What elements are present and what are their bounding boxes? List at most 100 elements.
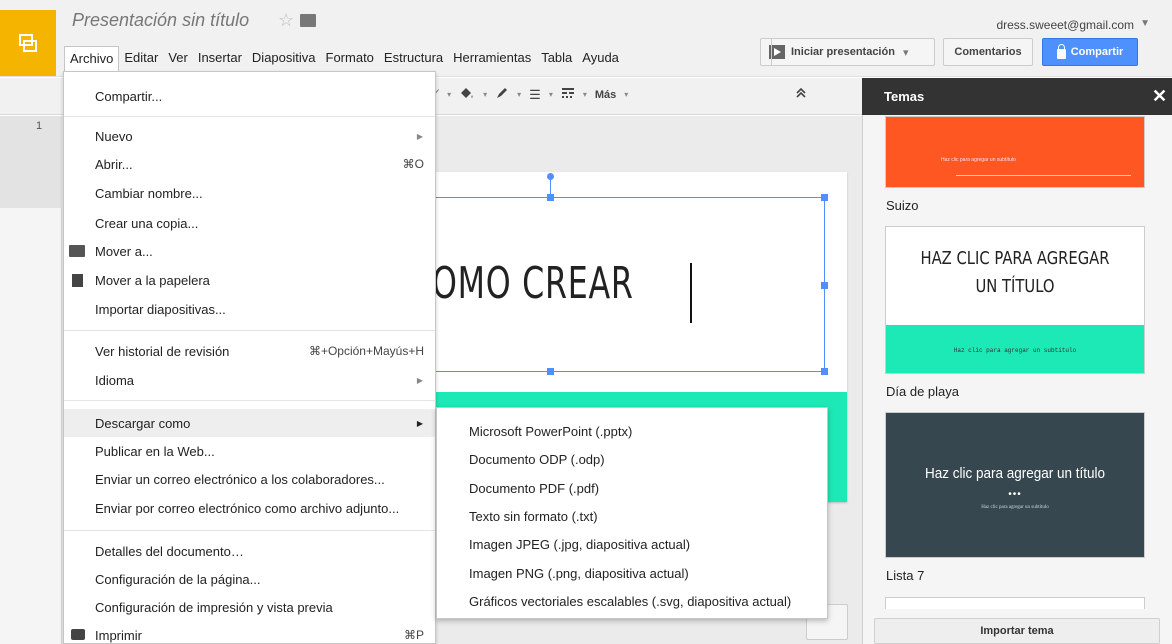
collapse-toolbar-icon[interactable] <box>795 86 807 102</box>
submenu-arrow-icon: ▶ <box>416 131 423 141</box>
menu-item-label: Configuración de impresión y vista previ… <box>95 599 333 615</box>
resize-handle[interactable] <box>821 282 828 289</box>
theme-card-lista-7[interactable]: Haz clic para agregar un título ••• Haz … <box>885 412 1145 558</box>
text-cursor <box>690 263 692 323</box>
menu-item-label: Abrir... <box>95 156 133 172</box>
resize-handle[interactable] <box>821 194 828 201</box>
share-button[interactable]: Compartir <box>1042 38 1138 66</box>
download-txt[interactable]: Texto sin formato (.txt) <box>437 502 827 530</box>
comments-button[interactable]: Comentarios <box>943 38 1033 66</box>
menu-item-label: Importar diapositivas... <box>95 301 226 317</box>
themes-header: Temas <box>862 78 1172 115</box>
border-color-icon[interactable] <box>495 86 509 103</box>
menu-item-label: Imprimir <box>95 627 142 643</box>
chevron-down-icon[interactable]: ▾ <box>483 90 487 99</box>
menu-item-mover-a[interactable]: Mover a... <box>64 237 435 265</box>
rotation-handle[interactable] <box>547 173 554 180</box>
menu-tabla[interactable]: Tabla <box>536 46 577 72</box>
menu-item-importar[interactable]: Importar diapositivas... <box>64 295 435 323</box>
menu-item-historial[interactable]: Ver historial de revisión ⌘+Opción+Mayús+… <box>64 337 435 365</box>
account-email[interactable]: dress.sweeet@gmail.com <box>996 18 1134 32</box>
menu-insertar[interactable]: Insertar <box>193 46 247 72</box>
theme-card-next[interactable] <box>885 597 1145 609</box>
theme-title: Haz clic para agregar un título <box>924 465 1106 482</box>
chevron-down-icon[interactable]: ▾ <box>517 90 521 99</box>
menu-item-label: Compartir... <box>95 88 163 104</box>
chevron-down-icon[interactable]: ▾ <box>624 90 628 99</box>
menu-item-detalles[interactable]: Detalles del documento… <box>64 537 435 565</box>
menu-ver[interactable]: Ver <box>163 46 193 72</box>
theme-name-dia-de-playa: Día de playa <box>886 384 959 399</box>
menu-item-label: Mover a... <box>95 243 153 259</box>
menu-diapositiva[interactable]: Diapositiva <box>247 46 321 72</box>
archivo-dropdown-menu: Compartir... Nuevo ▶ Abrir... ⌘O Cambiar n… <box>63 71 436 644</box>
chevron-down-icon[interactable]: ▾ <box>549 90 553 99</box>
shortcut-label: ⌘P <box>403 628 424 642</box>
menu-separator <box>64 116 435 117</box>
border-weight-icon[interactable]: ☰ <box>529 87 541 103</box>
menu-item-publicar[interactable]: Publicar en la Web... <box>64 437 435 465</box>
menu-item-label: Enviar un correo electrónico a los colab… <box>95 471 385 487</box>
slide-number: 1 <box>36 120 43 132</box>
folder-icon[interactable] <box>300 14 316 27</box>
menu-editar[interactable]: Editar <box>119 46 163 72</box>
download-svg[interactable]: Gráficos vectoriales escalables (.svg, d… <box>437 587 827 615</box>
menu-ayuda[interactable]: Ayuda <box>577 46 624 72</box>
fill-color-icon[interactable] <box>459 86 475 103</box>
menu-item-label: Idioma <box>95 372 135 388</box>
menu-item-correo-colaboradores[interactable]: Enviar un correo electrónico a los colab… <box>64 465 435 493</box>
border-dash-icon[interactable] <box>561 87 575 102</box>
download-jpg[interactable]: Imagen JPEG (.jpg, diapositiva actual) <box>437 530 827 558</box>
slide-title-text[interactable]: OMO CREAR ... <box>432 258 641 309</box>
menu-item-crear-copia[interactable]: Crear una copia... <box>64 209 435 237</box>
present-divider <box>771 38 772 66</box>
download-pptx[interactable]: Microsoft PowerPoint (.pptx) <box>437 417 827 445</box>
theme-card-dia-de-playa[interactable]: HAZ CLIC PARA AGREGAR UN TÍTULO Haz clic… <box>885 226 1145 374</box>
present-button[interactable]: Iniciar presentación ▾ <box>760 38 935 66</box>
chevron-down-icon[interactable]: ▼ <box>1140 18 1150 29</box>
menu-item-compartir[interactable]: Compartir... <box>64 82 435 110</box>
close-icon[interactable]: ✕ <box>1152 86 1167 107</box>
menu-item-correo-adjunto[interactable]: Enviar por correo electrónico como archi… <box>64 494 435 522</box>
menu-estructura[interactable]: Estructura <box>379 46 448 72</box>
theme-card-suizo[interactable]: Haz clic para agregar un subtítulo <box>885 116 1145 188</box>
resize-handle[interactable] <box>547 368 554 375</box>
menu-herramientas[interactable]: Herramientas <box>448 46 536 72</box>
menu-item-imprimir[interactable]: Imprimir ⌘P <box>64 621 435 644</box>
menu-item-descargar[interactable]: Descargar como ▶ <box>64 409 435 437</box>
menu-item-config-pagina[interactable]: Configuración de la página... <box>64 565 435 593</box>
menu-item-idioma[interactable]: Idioma ▶ <box>64 366 435 394</box>
menu-item-label: Configuración de la página... <box>95 571 261 587</box>
document-title[interactable]: Presentación sin título <box>72 10 249 31</box>
present-label: Iniciar presentación <box>791 46 895 58</box>
slides-logo-icon[interactable] <box>0 10 56 76</box>
star-icon[interactable]: ☆ <box>278 10 294 31</box>
menu-formato[interactable]: Formato <box>321 46 379 72</box>
menu-item-cambiar-nombre[interactable]: Cambiar nombre... <box>64 179 435 207</box>
resize-handle[interactable] <box>547 194 554 201</box>
slide-thumbnail[interactable] <box>0 116 62 208</box>
menu-archivo[interactable]: Archivo <box>64 46 120 72</box>
menu-item-config-impresion[interactable]: Configuración de impresión y vista previ… <box>64 593 435 621</box>
menu-item-label: Ver historial de revisión <box>95 343 230 359</box>
resize-handle[interactable] <box>821 368 828 375</box>
import-theme-button[interactable]: Importar tema <box>874 618 1160 644</box>
menu-item-papelera[interactable]: Mover a la papelera <box>64 266 435 294</box>
menu-item-label: Descargar como <box>95 415 191 431</box>
theme-subtitle: Haz clic para agregar un subtítulo <box>953 347 1077 354</box>
download-odp[interactable]: Documento ODP (.odp) <box>437 445 827 473</box>
submenu-arrow-icon: ▶ <box>416 375 423 385</box>
chevron-down-icon[interactable]: ▾ <box>583 90 587 99</box>
shortcut-label: ⌘O <box>402 157 424 171</box>
download-png[interactable]: Imagen PNG (.png, diapositiva actual) <box>437 559 827 587</box>
download-submenu: Microsoft PowerPoint (.pptx) Documento O… <box>436 407 828 619</box>
more-button[interactable]: Más <box>595 89 616 101</box>
share-label: Compartir <box>1070 46 1124 58</box>
menu-item-abrir[interactable]: Abrir... ⌘O <box>64 150 435 178</box>
download-pdf[interactable]: Documento PDF (.pdf) <box>437 474 827 502</box>
menu-item-nuevo[interactable]: Nuevo ▶ <box>64 122 435 150</box>
menu-separator <box>64 330 435 331</box>
menu-item-label: Mover a la papelera <box>95 272 210 288</box>
chevron-down-icon[interactable]: ▾ <box>903 46 909 59</box>
chevron-down-icon[interactable]: ▾ <box>447 90 451 99</box>
